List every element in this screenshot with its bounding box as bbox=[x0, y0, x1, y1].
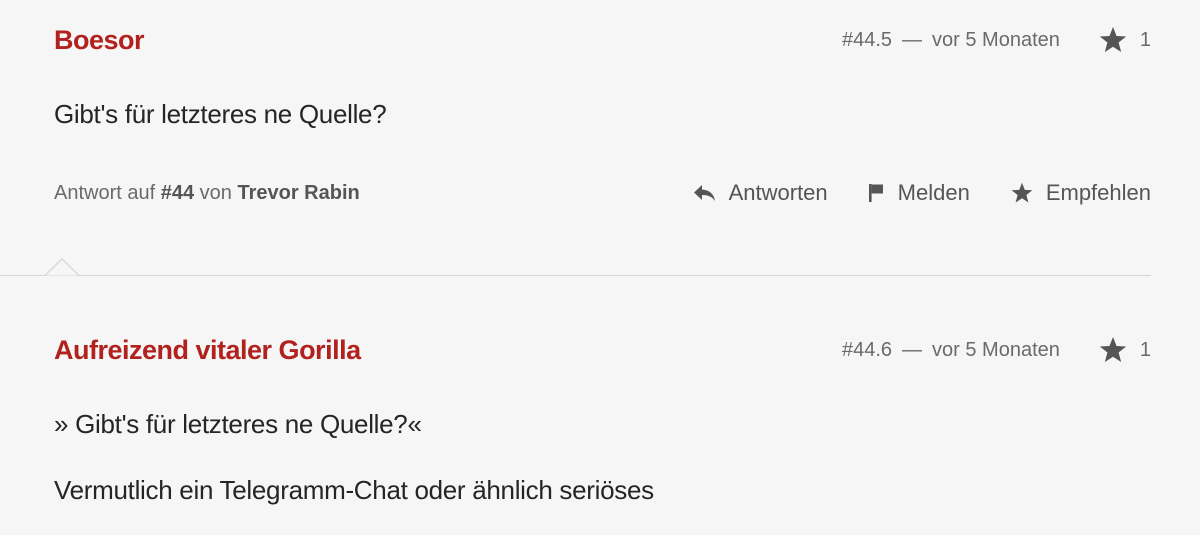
star-count: 1 bbox=[1139, 338, 1151, 361]
comment-meta: #44.6 — vor 5 Monaten 1 bbox=[842, 330, 1151, 370]
meta-separator: — bbox=[902, 28, 923, 51]
comment-actions: Antworten Melden Empfehlen bbox=[693, 178, 1151, 208]
comment-header: Aufreizend vitaler Gorilla #44.6 — vor 5… bbox=[54, 330, 1151, 370]
star-icon bbox=[1099, 336, 1127, 363]
comment-text: Gibt's für letzteres ne Quelle? bbox=[54, 99, 387, 129]
comment-number[interactable]: #44.5 bbox=[842, 29, 892, 52]
comment-meta: #44.5 — vor 5 Monaten 1 bbox=[842, 20, 1151, 60]
comment: Boesor #44.5 — vor 5 Monaten 1 Gibt's fü… bbox=[54, 20, 1151, 208]
reply-button-label: Antworten bbox=[728, 180, 828, 205]
comment-divider bbox=[0, 275, 1151, 276]
reply-arrow-icon bbox=[693, 185, 715, 201]
reply-button[interactable]: Antworten bbox=[693, 180, 828, 206]
comment-time: vor 5 Monaten bbox=[932, 338, 1060, 361]
divider-notch bbox=[45, 258, 79, 276]
comment-author[interactable]: Boesor bbox=[54, 20, 145, 60]
comment-number[interactable]: #44.6 bbox=[842, 339, 892, 362]
comment: Aufreizend vitaler Gorilla #44.6 — vor 5… bbox=[54, 330, 1151, 507]
reply-prefix: Antwort auf bbox=[54, 182, 156, 204]
star-icon bbox=[1099, 26, 1127, 53]
recommendation-count[interactable]: 1 bbox=[1098, 26, 1151, 54]
reply-by: von bbox=[199, 182, 232, 204]
meta-separator: — bbox=[902, 338, 923, 361]
comment-footer: Antwort auf #44 von Trevor Rabin Antwort… bbox=[54, 178, 1151, 208]
reply-ref-link[interactable]: #44 bbox=[161, 182, 194, 204]
recommend-button[interactable]: Empfehlen bbox=[1010, 180, 1151, 206]
star-count: 1 bbox=[1139, 28, 1151, 51]
flag-icon bbox=[868, 184, 883, 202]
report-button-label: Melden bbox=[897, 180, 970, 205]
reply-info: Antwort auf #44 von Trevor Rabin bbox=[54, 178, 360, 208]
report-button[interactable]: Melden bbox=[868, 180, 970, 206]
comment-header: Boesor #44.5 — vor 5 Monaten 1 bbox=[54, 20, 1151, 60]
star-icon bbox=[1011, 182, 1033, 203]
recommend-button-label: Empfehlen bbox=[1045, 180, 1151, 205]
comment-time: vor 5 Monaten bbox=[932, 28, 1060, 51]
comment-author[interactable]: Aufreizend vitaler Gorilla bbox=[54, 330, 361, 370]
comment-text: Vermutlich ein Telegramm-Chat oder ähnli… bbox=[54, 475, 654, 505]
comment-quote: » Gibt's für letzteres ne Quelle?« bbox=[54, 409, 422, 439]
reply-author-link[interactable]: Trevor Rabin bbox=[237, 182, 359, 204]
recommendation-count[interactable]: 1 bbox=[1098, 336, 1151, 364]
